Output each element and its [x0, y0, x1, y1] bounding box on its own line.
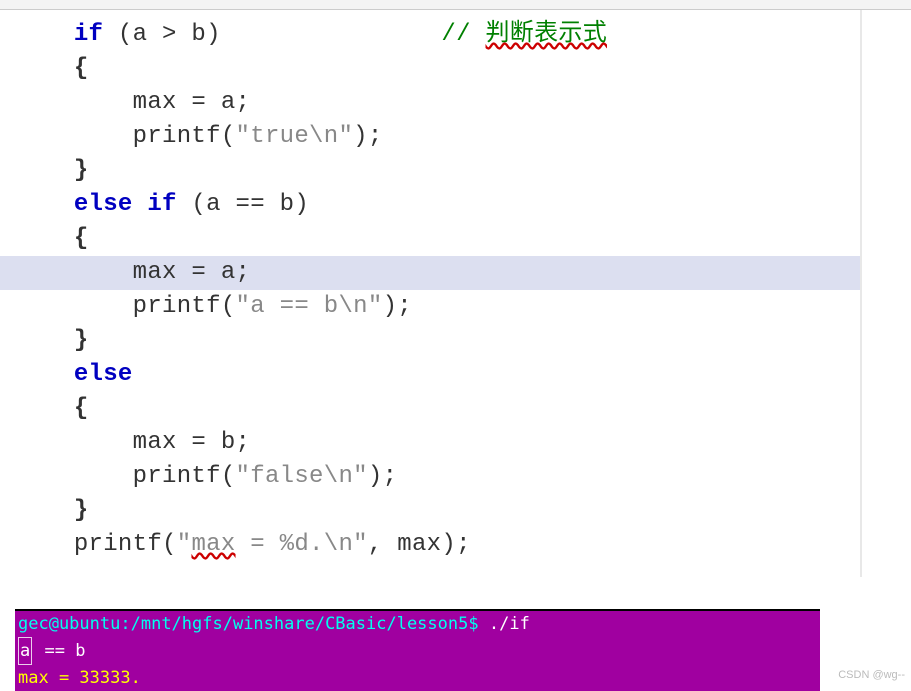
terminal-user-host: gec@ubuntu: [18, 614, 120, 634]
text-token: max = a;: [133, 89, 251, 116]
terminal-prompt-end: $: [468, 614, 488, 634]
text-token: );: [353, 123, 382, 150]
string-token: ": [177, 531, 192, 558]
code-line[interactable]: printf("true\n");: [0, 120, 860, 154]
text-token: (a == b): [177, 191, 309, 218]
string-token: "false\n": [236, 463, 368, 490]
comment-token: //: [441, 21, 485, 48]
text-token: printf(: [133, 293, 236, 320]
string-token: = %d.\n": [236, 531, 368, 558]
keyword-token: else: [74, 191, 133, 218]
code-line[interactable]: max = a;: [0, 86, 860, 120]
code-line[interactable]: }: [0, 154, 860, 188]
string-token: "a == b\n": [236, 293, 383, 320]
code-line[interactable]: else: [0, 358, 860, 392]
terminal-line-2: a == b: [15, 637, 820, 665]
text-token: );: [383, 293, 412, 320]
punct-token: {: [74, 225, 89, 252]
code-line[interactable]: max = a;: [0, 256, 860, 290]
code-line[interactable]: }: [0, 324, 860, 358]
text-token: max = b;: [133, 429, 251, 456]
warning-token: max: [191, 531, 235, 558]
string-token: "true\n": [236, 123, 354, 150]
text-token: printf(: [74, 531, 177, 558]
keyword-token: if: [147, 191, 176, 218]
terminal-sep: :: [120, 614, 130, 634]
code-line[interactable]: if (a > b) // 判断表示式: [0, 18, 860, 52]
code-line[interactable]: else if (a == b): [0, 188, 860, 222]
punct-token: }: [74, 497, 89, 524]
text-token: max = a;: [133, 259, 251, 286]
punct-token: }: [74, 157, 89, 184]
code-line[interactable]: printf("a == b\n");: [0, 290, 860, 324]
code-line[interactable]: }: [0, 494, 860, 528]
code-line[interactable]: printf("false\n");: [0, 460, 860, 494]
punct-token: {: [74, 395, 89, 422]
terminal-line-1: gec@ubuntu:/mnt/hgfs/winshare/CBasic/les…: [15, 611, 820, 637]
terminal-line-3: max = 33333.: [15, 665, 820, 691]
code-line[interactable]: {: [0, 52, 860, 86]
keyword-token: else: [74, 361, 133, 388]
text-token: printf(: [133, 463, 236, 490]
code-line[interactable]: {: [0, 392, 860, 426]
watermark-text: CSDN @wg--: [838, 669, 905, 681]
spacer: [221, 21, 442, 48]
terminal-output-3: max = 33333.: [18, 668, 141, 688]
terminal-panel[interactable]: gec@ubuntu:/mnt/hgfs/winshare/CBasic/les…: [15, 609, 820, 691]
punct-token: }: [74, 327, 89, 354]
text-token: [133, 191, 148, 218]
text-token: );: [368, 463, 397, 490]
text-token: , max);: [368, 531, 471, 558]
code-editor[interactable]: if (a > b) // 判断表示式 { max = a; printf("t…: [0, 10, 862, 577]
code-line[interactable]: max = b;: [0, 426, 860, 460]
comment-text-token: 判断表示式: [486, 21, 608, 48]
terminal-output-2: == b: [34, 641, 85, 661]
terminal-command: ./if: [489, 614, 530, 634]
punct-token: {: [74, 55, 89, 82]
code-line[interactable]: printf("max = %d.\n", max);: [0, 528, 860, 562]
text-token: (a > b): [103, 21, 221, 48]
code-line[interactable]: {: [0, 222, 860, 256]
terminal-cursor: a: [18, 637, 32, 665]
keyword-token: if: [74, 21, 103, 48]
text-token: printf(: [133, 123, 236, 150]
editor-ruler: [0, 0, 911, 10]
terminal-path: /mnt/hgfs/winshare/CBasic/lesson5: [131, 614, 469, 634]
